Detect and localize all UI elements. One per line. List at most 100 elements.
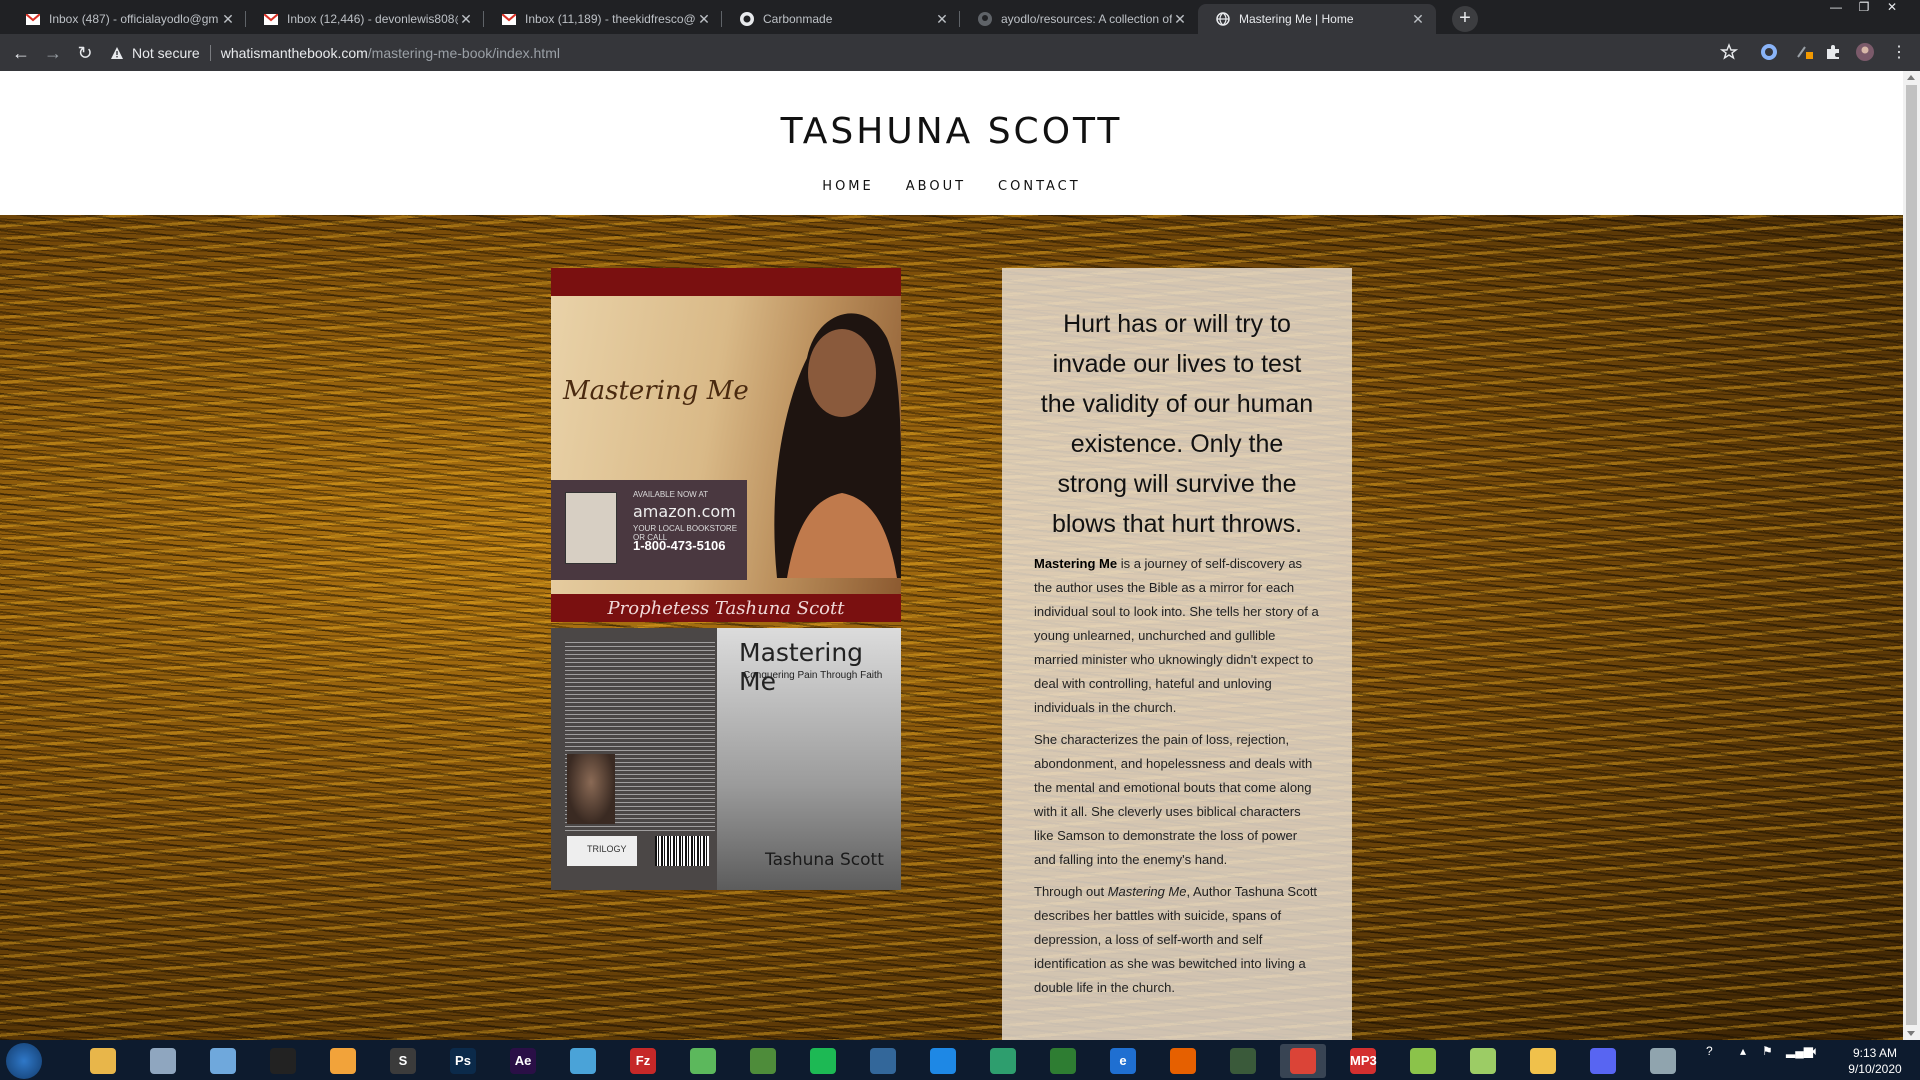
- taskbar-app-button[interactable]: [1520, 1044, 1566, 1078]
- close-tab-icon[interactable]: ✕: [696, 11, 712, 27]
- hero-section: Mastering Me AVAILABLE NOW AT amazon.com…: [0, 215, 1903, 1040]
- reload-icon[interactable]: ↻: [72, 40, 98, 66]
- postgres-icon: [870, 1048, 896, 1074]
- nav-about[interactable]: ABOUT: [906, 179, 966, 194]
- taskbar-app-button[interactable]: [980, 1044, 1026, 1078]
- paragraph-3-lead: Through out: [1034, 884, 1108, 899]
- close-tab-icon[interactable]: ✕: [458, 11, 474, 27]
- pull-quote: Hurt has or will try to invade our lives…: [1040, 310, 1314, 538]
- omnibox-divider: [209, 45, 211, 61]
- clock-time: 9:13 AM: [1852, 1046, 1898, 1060]
- puzzle-icon[interactable]: [1824, 43, 1842, 61]
- taskbar-app-button[interactable]: Ae: [500, 1044, 546, 1078]
- nav-home[interactable]: HOME: [822, 179, 873, 194]
- bookmark-star-icon[interactable]: [1720, 43, 1738, 61]
- fruity-loops-icon: [330, 1048, 356, 1074]
- browser-toolbar: ← → ↻ Not secure whatismanthebook.com /m…: [0, 34, 1920, 71]
- taskbar-app-button[interactable]: S: [380, 1044, 426, 1078]
- security-label[interactable]: Not secure: [132, 45, 200, 61]
- taskbar-app-button[interactable]: [920, 1044, 966, 1078]
- tab-gmail-1[interactable]: Inbox (487) - officialayodlo@gm ✕: [8, 4, 246, 34]
- network-icon[interactable]: ▂▄▆: [1786, 1044, 1813, 1058]
- taskbar-app-button[interactable]: e: [1100, 1044, 1146, 1078]
- scroll-down-icon[interactable]: [1907, 1031, 1915, 1036]
- nav-contact[interactable]: CONTACT: [998, 179, 1081, 194]
- firefox-icon: [1170, 1048, 1196, 1074]
- extension-icon[interactable]: [1760, 43, 1778, 61]
- notes-icon: [210, 1048, 236, 1074]
- taskbar-app-button[interactable]: [1160, 1044, 1206, 1078]
- back-cover-photo: [567, 754, 615, 824]
- taskbar-app-button[interactable]: Ps: [440, 1044, 486, 1078]
- warning-icon: [111, 47, 123, 59]
- taskbar-app-button[interactable]: [1280, 1044, 1326, 1078]
- system-clock[interactable]: 9:13 AM 9/10/2020: [1840, 1045, 1910, 1077]
- taskbar-app-button[interactable]: [560, 1044, 606, 1078]
- ie-icon: e: [1110, 1048, 1136, 1074]
- terminal-icon: [1230, 1048, 1256, 1074]
- taskbar-app-button[interactable]: [680, 1044, 726, 1078]
- page-viewport: TASHUNA SCOTT HOME ABOUT CONTACT Masteri…: [0, 71, 1903, 1040]
- close-window-icon[interactable]: ✕: [1878, 0, 1906, 16]
- taskbar-app-button[interactable]: [1220, 1044, 1266, 1078]
- taskbar-app-button[interactable]: [260, 1044, 306, 1078]
- barcode-icon: [655, 836, 709, 866]
- address-bar[interactable]: Not secure whatismanthebook.com /masteri…: [110, 39, 1740, 67]
- taskbar-app-button[interactable]: [1460, 1044, 1506, 1078]
- cover-title: Mastering Me: [563, 376, 749, 406]
- close-tab-icon[interactable]: ✕: [220, 11, 236, 27]
- after-effects-icon: Ae: [510, 1048, 536, 1074]
- clock-date: 9/10/2020: [1848, 1062, 1902, 1076]
- taskbar-app-button[interactable]: [1040, 1044, 1086, 1078]
- discord-icon: [1590, 1048, 1616, 1074]
- tab-gmail-2[interactable]: Inbox (12,446) - devonlewis808@ ✕: [246, 4, 484, 34]
- back-cover-author: Tashuna Scott: [765, 850, 884, 870]
- page-scrollbar[interactable]: [1903, 71, 1920, 1040]
- menu-icon[interactable]: ⋮: [1886, 40, 1912, 66]
- taskbar-app-button[interactable]: Fz: [620, 1044, 666, 1078]
- close-tab-icon[interactable]: ✕: [934, 11, 950, 27]
- app-icon: [990, 1048, 1016, 1074]
- photoshop-icon: Ps: [450, 1048, 476, 1074]
- taskbar-app-button[interactable]: [320, 1044, 366, 1078]
- taskbar-app-button[interactable]: [800, 1044, 846, 1078]
- forward-icon[interactable]: →: [40, 40, 66, 66]
- taskbar-app-button[interactable]: [80, 1044, 126, 1078]
- close-tab-icon[interactable]: ✕: [1410, 11, 1426, 27]
- taskbar-app-button[interactable]: [740, 1044, 786, 1078]
- tab-mastering-me[interactable]: Mastering Me | Home ✕: [1198, 4, 1436, 34]
- tab-github[interactable]: ayodlo/resources: A collection of ✕: [960, 4, 1198, 34]
- scroll-up-icon[interactable]: [1907, 75, 1915, 80]
- close-tab-icon[interactable]: ✕: [1172, 11, 1188, 27]
- author-portrait: [774, 313, 901, 578]
- tab-carbonmade[interactable]: Carbonmade ✕: [722, 4, 960, 34]
- avatar[interactable]: [1856, 43, 1874, 61]
- start-button[interactable]: [6, 1043, 42, 1079]
- taskbar-app-button[interactable]: [200, 1044, 246, 1078]
- taskbar-app-button[interactable]: [140, 1044, 186, 1078]
- tab-gmail-3[interactable]: Inbox (11,189) - theekidfresco@g ✕: [484, 4, 722, 34]
- restore-icon[interactable]: ❐: [1850, 0, 1878, 16]
- tray-arrow-icon[interactable]: ▴: [1740, 1044, 1746, 1058]
- back-icon[interactable]: ←: [8, 40, 34, 66]
- taskbar-app-button[interactable]: [1580, 1044, 1626, 1078]
- site-title[interactable]: TASHUNA SCOTT: [0, 111, 1903, 152]
- taskbar-app-button[interactable]: MP3: [1340, 1044, 1386, 1078]
- new-tab-button[interactable]: +: [1452, 6, 1478, 32]
- back-cover-subtitle: Conquering Pain Through Faith: [743, 670, 883, 681]
- tab-title: Inbox (12,446) - devonlewis808@: [287, 12, 458, 26]
- scroll-thumb[interactable]: [1906, 85, 1917, 1025]
- url-path: /mastering-me-book/index.html: [367, 45, 560, 61]
- minimize-icon[interactable]: —: [1822, 0, 1850, 16]
- extension-icon[interactable]: [1796, 43, 1814, 61]
- help-icon[interactable]: ?: [1706, 1044, 1713, 1058]
- carbonmade-icon: [740, 12, 754, 26]
- taskbar-app-button[interactable]: [1640, 1044, 1686, 1078]
- file-explorer-icon: [90, 1048, 116, 1074]
- flag-icon[interactable]: ⚑: [1762, 1044, 1773, 1058]
- url-host: whatismanthebook.com: [220, 45, 368, 61]
- volume-icon[interactable]: 🔈︎: [1812, 1044, 1819, 1059]
- taskbar-app-button[interactable]: [1400, 1044, 1446, 1078]
- taskbar-app-button[interactable]: [860, 1044, 906, 1078]
- site-nav: HOME ABOUT CONTACT: [0, 179, 1903, 194]
